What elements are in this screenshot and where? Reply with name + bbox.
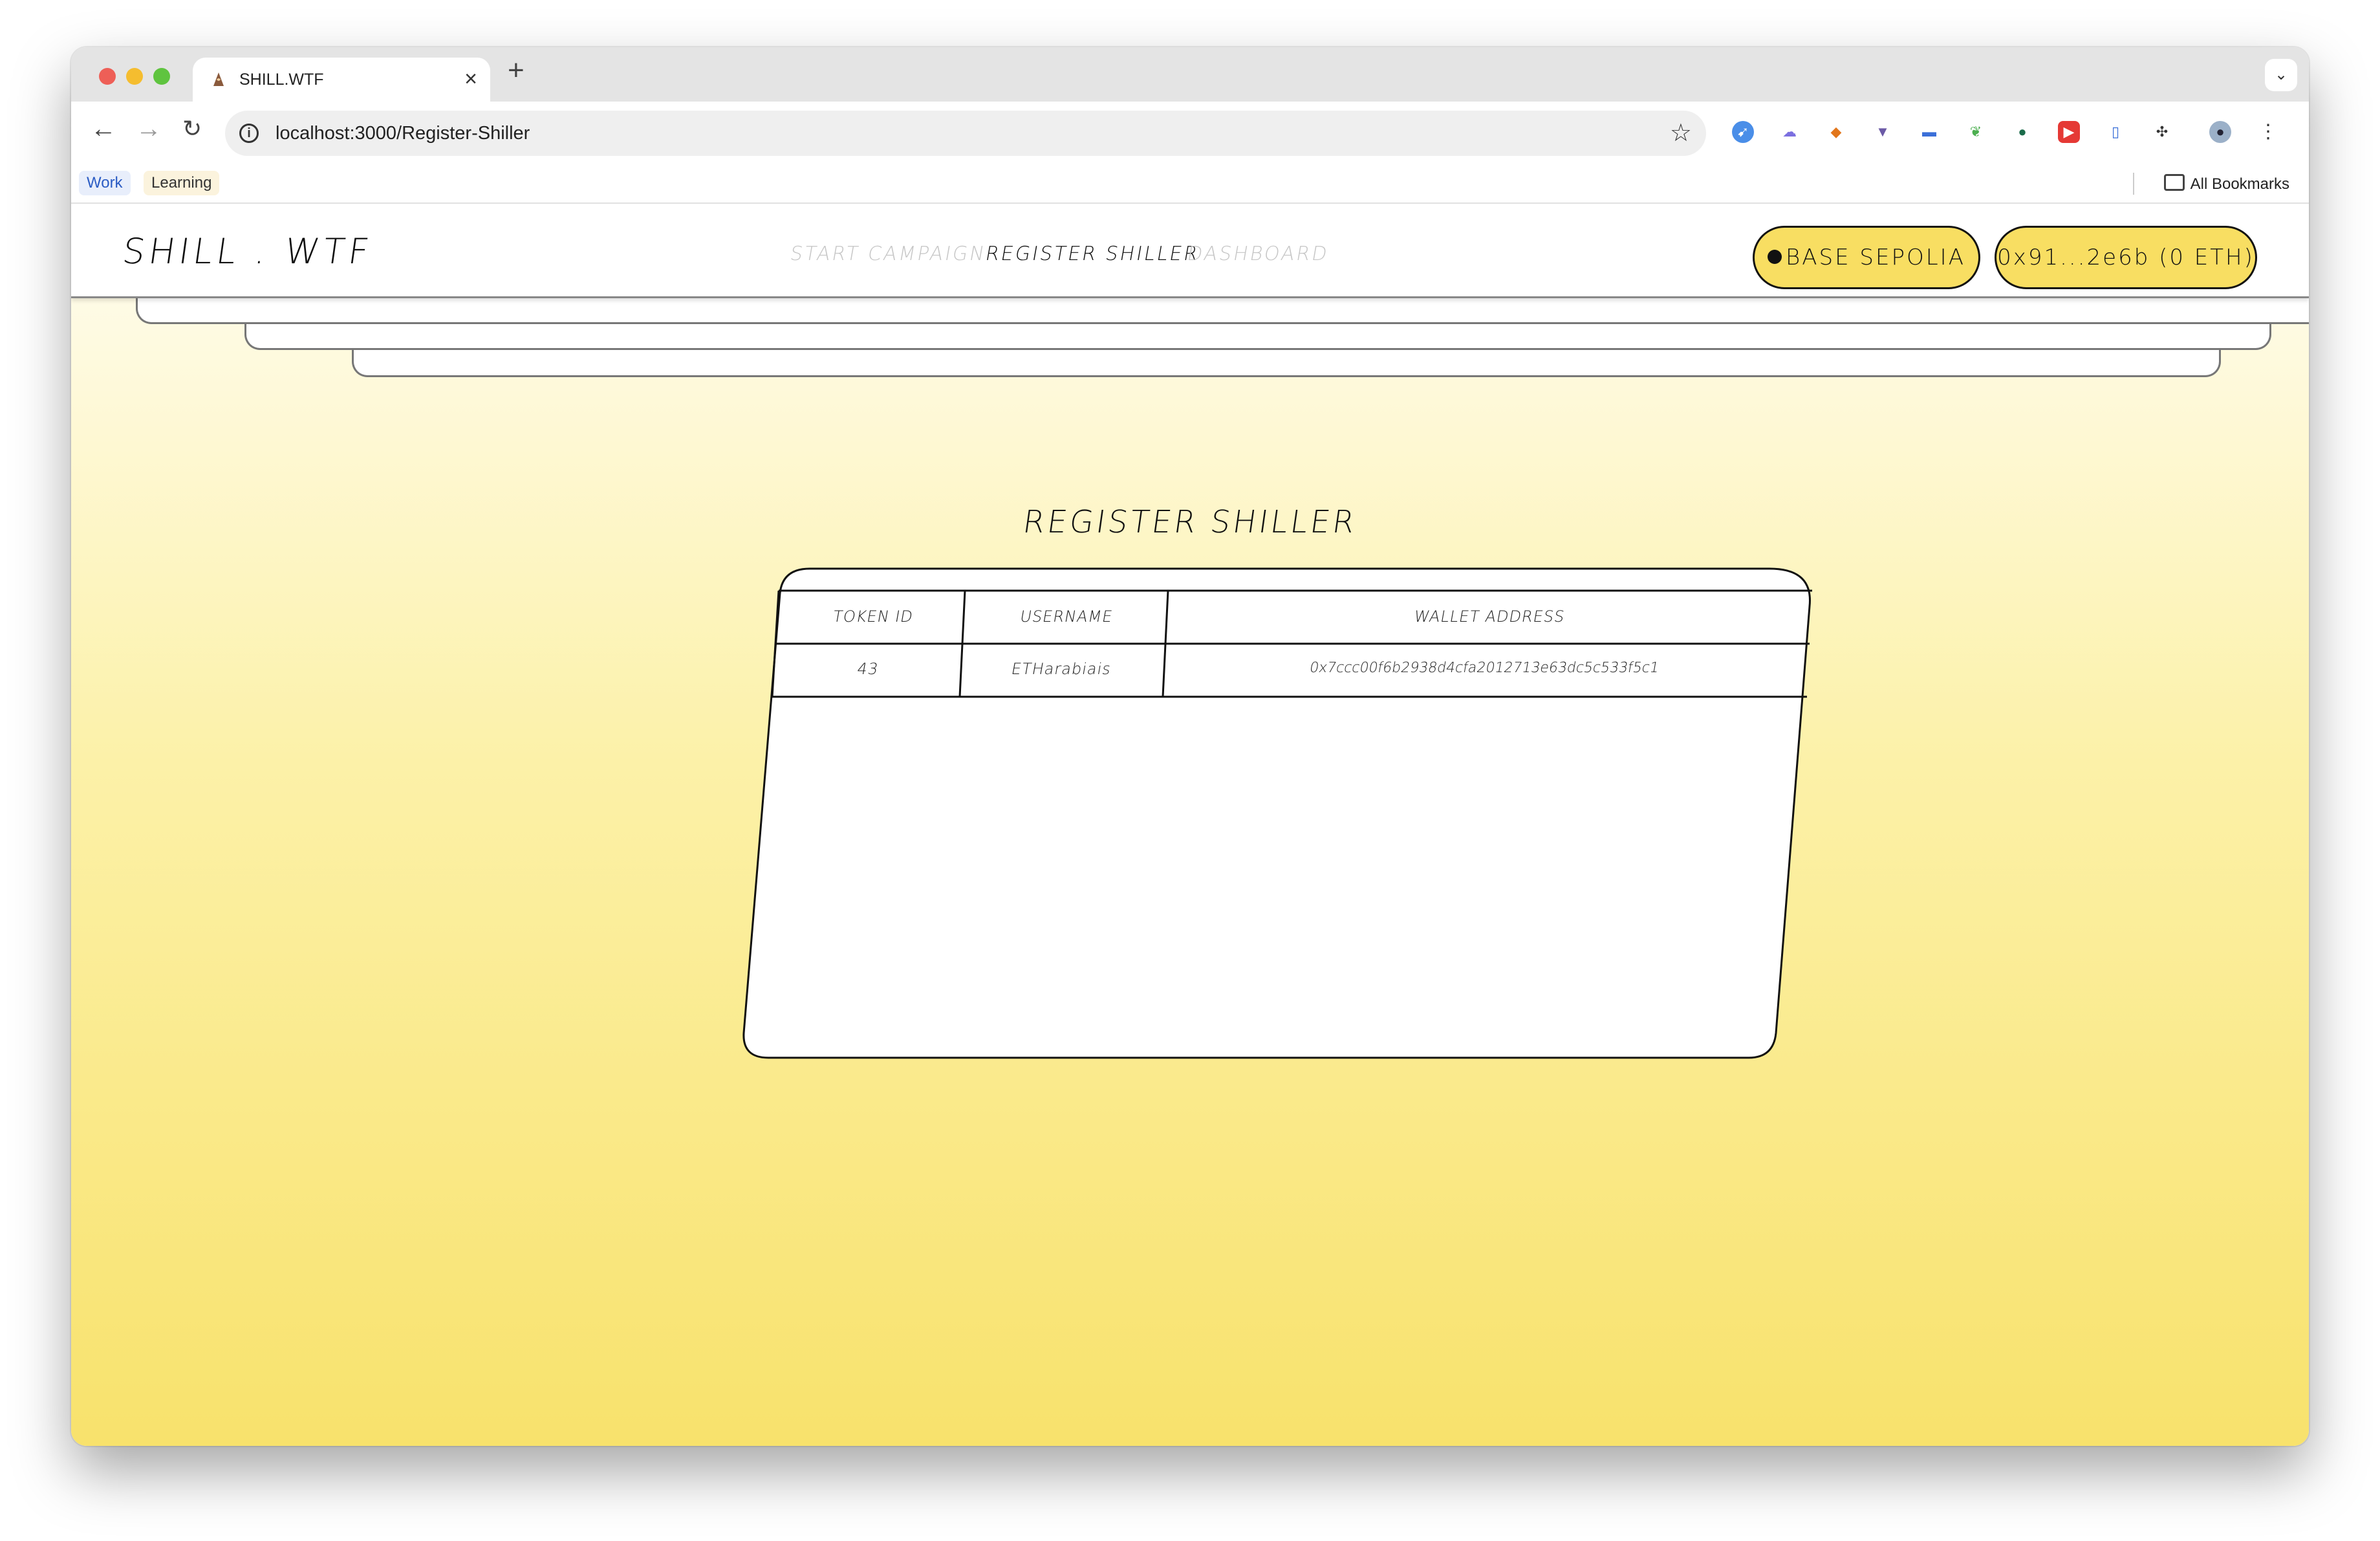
profile-avatar-icon[interactable]: ● [2209,121,2231,143]
clipboard-extension-icon[interactable]: ▯ [2104,121,2126,143]
ghost-extension-icon[interactable]: ☁ [1779,121,1801,143]
site-info-icon[interactable]: i [239,124,259,143]
maximize-window-button[interactable] [153,68,170,85]
shillers-table-card [742,567,1812,1059]
screen-extension-icon[interactable]: ▬ [1918,121,1940,143]
url-text: localhost:3000/Register-Shiller [276,123,530,144]
bookmarks-bar: Work Learning All Bookmarks [71,166,2309,204]
tab-strip: SHILL.WTF × + ⌄ [71,47,2309,102]
new-tab-button[interactable]: + [508,56,525,85]
metamask-extension-icon[interactable]: ◆ [1825,121,1847,143]
kebab-menu-icon[interactable]: ⋮ [2257,121,2279,143]
bookmarks-separator [2133,173,2134,195]
forward-arrow-icon[interactable]: → [136,116,162,142]
reload-icon[interactable]: ↻ [182,117,202,140]
page-content: SHILL . WTF START CAMPAIGN REGISTER SHIL… [71,205,2309,1446]
favicon-icon [213,72,224,86]
leaf-extension-icon[interactable]: ❦ [1965,121,1987,143]
globe-extension-icon[interactable]: ● [2011,121,2033,143]
bookmark-learning[interactable]: Learning [144,171,220,195]
wolf-extension-icon[interactable]: ▼ [1872,121,1894,143]
cell-wallet-address: 0x7ccc00f6b2938d4cfa2012713e63dc5c533f5c… [1308,660,1661,676]
bookmark-star-icon[interactable]: ☆ [1670,118,1692,148]
tab-search-button[interactable]: ⌄ [2265,59,2297,91]
close-tab-icon[interactable]: × [464,67,477,92]
bookmark-work[interactable]: Work [79,171,131,195]
table-header-username: USERNAME [1019,607,1114,626]
table-header-wallet-address: WALLET ADDRESS [1412,607,1566,626]
puzzle-extensions-icon[interactable]: ✣ [2151,121,2173,143]
table-header-token-id: TOKEN ID [831,607,915,626]
close-window-button[interactable] [99,68,116,85]
cell-username: ETHarabiais [1010,660,1113,678]
compass-extension-icon[interactable]: ➹ [1732,121,1754,143]
video-extension-icon[interactable]: ▶ [2058,121,2080,143]
browser-toolbar: ← → ↻ i localhost:3000/Register-Shiller … [71,102,2309,166]
all-bookmarks-link[interactable]: All Bookmarks [2191,175,2289,193]
address-bar[interactable]: i localhost:3000/Register-Shiller ☆ [225,111,1706,156]
cell-token-id: 43 [856,660,880,678]
back-arrow-icon[interactable]: ← [91,116,116,142]
tab-title: SHILL.WTF [239,71,324,89]
browser-tab-active[interactable]: SHILL.WTF × [193,58,490,102]
folder-icon [2164,174,2185,191]
minimize-window-button[interactable] [126,68,143,85]
browser-window: SHILL.WTF × + ⌄ ← → ↻ i localhost:3000/R… [71,47,2309,1446]
